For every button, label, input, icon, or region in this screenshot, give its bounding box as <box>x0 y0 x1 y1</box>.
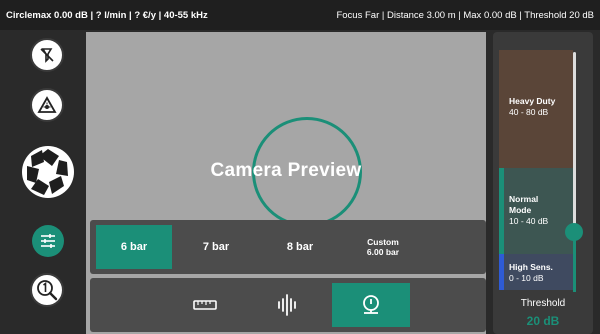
zone-title: Normal <box>509 194 539 204</box>
mode-selector <box>90 278 486 332</box>
zone-title-line2: Mode <box>509 205 532 215</box>
vibration-mode-button[interactable] <box>248 283 326 327</box>
camera-preview-label: Camera Preview <box>210 160 362 181</box>
settings-button[interactable] <box>32 225 64 257</box>
pressure-selector: 6 bar 7 bar 8 bar Custom 6.00 bar <box>90 220 486 274</box>
zoom-one-button[interactable] <box>30 273 64 307</box>
sensor-icon <box>363 295 379 314</box>
status-left: Circlemax 0.00 dB | ? l/min | ? €/y | 40… <box>6 9 208 21</box>
no-focus-button[interactable] <box>30 38 64 72</box>
pressure-option-label: 8 bar <box>286 241 314 253</box>
zone-title: High Sens. <box>509 262 553 272</box>
laser-button[interactable] <box>30 88 64 122</box>
pressure-option-label: Custom <box>367 237 399 247</box>
no-focus-icon <box>40 48 54 63</box>
pressure-7-bar-button[interactable]: 7 bar <box>176 225 256 269</box>
pressure-option-label: 6 bar <box>120 241 148 253</box>
threshold-value: 20 dB <box>526 314 560 328</box>
camera-aperture-icon <box>23 147 73 197</box>
zone-range: 0 - 10 dB <box>509 273 544 283</box>
pressure-6-bar-button[interactable]: 6 bar <box>96 225 172 269</box>
pressure-8-bar-button[interactable]: 8 bar <box>260 225 340 269</box>
status-bar: Circlemax 0.00 dB | ? l/min | ? €/y | 40… <box>0 0 600 30</box>
normal-zone-label: Normal Mode 10 - 40 dB <box>499 192 579 227</box>
pressure-custom-value: 6.00 bar <box>366 247 400 257</box>
zoom-one-icon <box>37 280 58 301</box>
sensor-mode-button[interactable] <box>332 283 410 327</box>
heavy-duty-zone-label: Heavy Duty 40 - 80 dB <box>499 94 579 118</box>
ruler-icon <box>193 300 217 310</box>
threshold-slider-knob[interactable] <box>565 223 583 241</box>
threshold-panel: Heavy Duty 40 - 80 dB Normal Mode 10 - 4… <box>493 32 593 334</box>
measure-mode-button[interactable] <box>166 283 244 327</box>
zone-title: Heavy Duty <box>509 96 556 106</box>
camera-capture-button[interactable] <box>22 146 74 198</box>
vibration-icon <box>278 294 296 316</box>
laser-warning-icon <box>37 96 57 113</box>
zone-range: 40 - 80 dB <box>509 107 549 117</box>
pressure-option-label: 7 bar <box>202 241 230 253</box>
high-sens-zone-label: High Sens. 0 - 10 dB <box>499 260 579 284</box>
sliders-settings-icon <box>41 234 55 248</box>
left-toolbar <box>10 32 86 334</box>
threshold-slider-fill <box>573 232 576 292</box>
threshold-label: Threshold <box>520 298 566 309</box>
status-right: Focus Far | Distance 3.00 m | Max 0.00 d… <box>336 9 594 21</box>
pressure-custom-button[interactable]: Custom 6.00 bar <box>344 225 422 269</box>
